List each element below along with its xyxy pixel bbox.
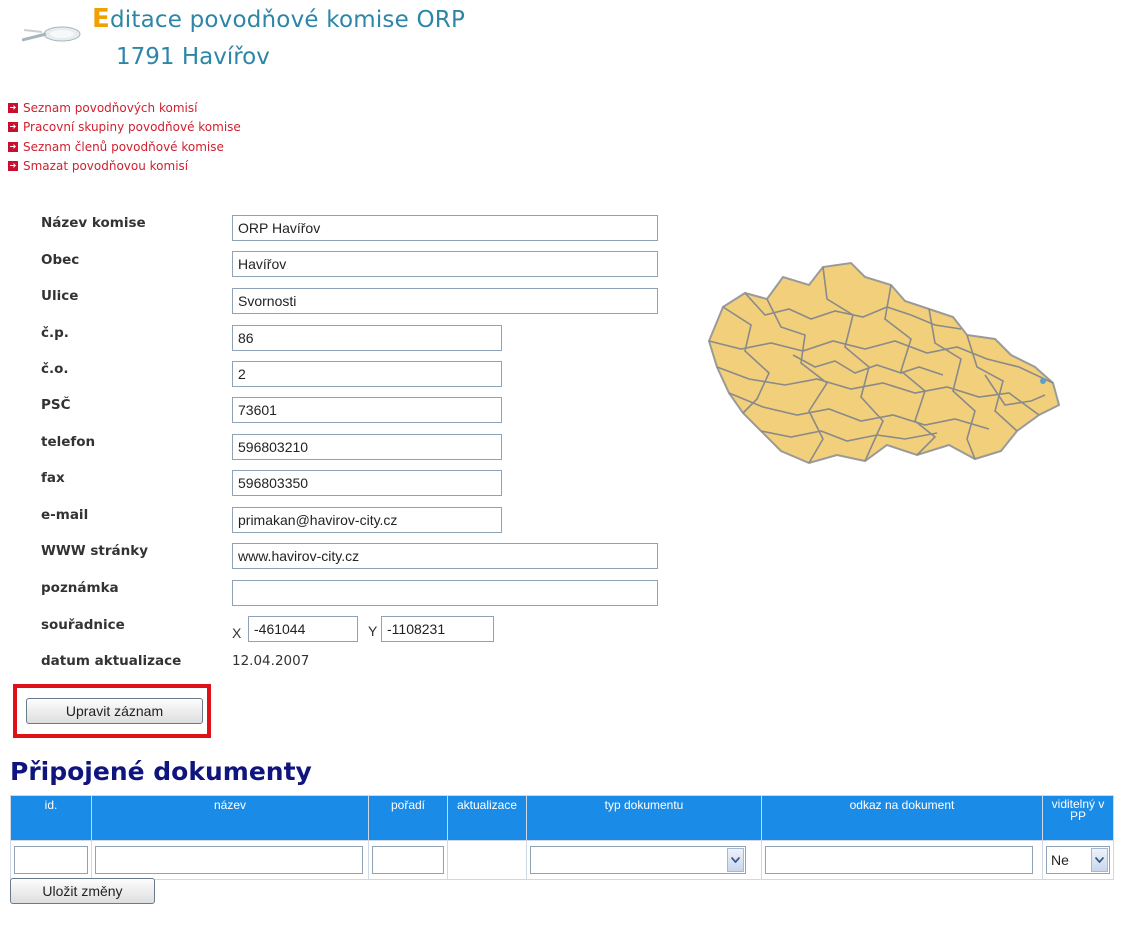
email-label: e-mail	[41, 507, 89, 523]
datum-label: datum aktualizace	[41, 653, 182, 669]
nav-link-label[interactable]: Seznam členů povodňové komise	[23, 140, 224, 154]
red-arrow-icon: ➔	[8, 122, 18, 133]
doc-odkaz-input[interactable]	[765, 846, 1033, 874]
column-header-typ-dokumentu: typ dokumentu	[526, 795, 762, 841]
ulozit-zmeny-button[interactable]: Uložit změny	[10, 878, 155, 904]
title-text: ditace povodňové komise ORP	[109, 7, 466, 33]
column-header-viditelny: viditelný v PP	[1042, 795, 1114, 841]
column-header-odkaz: odkaz na dokument	[761, 795, 1043, 841]
czech-republic-map[interactable]	[705, 255, 1063, 470]
obec-input[interactable]	[232, 251, 658, 277]
column-header-nazev: název	[91, 795, 369, 841]
nav-link-smazat-komisi[interactable]: ➔ Smazat povodňovou komisí	[8, 157, 241, 177]
upravit-zaznam-button[interactable]: Upravit záznam	[26, 698, 203, 724]
red-arrow-icon: ➔	[8, 161, 18, 172]
nav-link-seznam-komisi[interactable]: ➔ Seznam povodňových komisí	[8, 98, 241, 118]
cp-label: č.p.	[41, 325, 69, 341]
documents-table: id. název pořadí aktualizace typ dokumen…	[10, 795, 1114, 880]
www-input[interactable]	[232, 543, 658, 569]
fax-input[interactable]	[232, 470, 502, 496]
datum-value: 12.04.2007	[232, 653, 310, 669]
nav-link-pracovni-skupiny[interactable]: ➔ Pracovní skupiny povodňové komise	[8, 118, 241, 138]
email-input[interactable]	[232, 507, 502, 533]
co-label: č.o.	[41, 361, 69, 377]
magnifier-logo-icon	[22, 26, 81, 42]
doc-typ-select[interactable]	[530, 846, 746, 874]
x-coord-label: X	[232, 625, 242, 641]
havirov-location-marker	[1040, 378, 1046, 384]
y-coord-label: Y	[368, 623, 378, 639]
psc-input[interactable]	[232, 397, 502, 423]
red-arrow-icon: ➔	[8, 141, 18, 152]
chevron-down-icon[interactable]	[1091, 848, 1108, 872]
nav-links: ➔ Seznam povodňových komisí ➔ Pracovní s…	[8, 98, 241, 176]
table-row: Ne	[10, 840, 1114, 880]
cp-input[interactable]	[232, 325, 502, 351]
nav-link-label[interactable]: Smazat povodňovou komisí	[23, 159, 188, 173]
chevron-down-icon[interactable]	[727, 848, 744, 872]
doc-poradi-input[interactable]	[372, 846, 444, 874]
doc-viditelny-select[interactable]: Ne	[1046, 846, 1110, 874]
doc-id-input[interactable]	[14, 846, 88, 874]
fax-label: fax	[41, 470, 65, 486]
x-coord-input[interactable]	[248, 616, 358, 642]
nav-link-label[interactable]: Pracovní skupiny povodňové komise	[23, 120, 241, 134]
nazev-label: Název komise	[41, 215, 146, 231]
title-accent-letter: E	[92, 4, 110, 34]
column-header-poradi: pořadí	[368, 795, 448, 841]
y-coord-input[interactable]	[381, 616, 494, 642]
column-header-aktualizace: aktualizace	[447, 795, 527, 841]
page-title: Editace povodňové komise ORP	[92, 4, 465, 34]
documents-section-title: Připojené dokumenty	[10, 757, 312, 786]
telefon-input[interactable]	[232, 434, 502, 460]
co-input[interactable]	[232, 361, 502, 387]
nav-link-label[interactable]: Seznam povodňových komisí	[23, 101, 197, 115]
nav-link-seznam-clenu[interactable]: ➔ Seznam členů povodňové komise	[8, 137, 241, 157]
page-subtitle: 1791 Havířov	[116, 44, 270, 70]
red-arrow-icon: ➔	[8, 102, 18, 113]
ulice-label: Ulice	[41, 288, 79, 304]
doc-viditelny-selected: Ne	[1051, 852, 1069, 868]
table-header-row: id. název pořadí aktualizace typ dokumen…	[10, 795, 1114, 841]
column-header-id: id.	[10, 795, 92, 841]
psc-label: PSČ	[41, 397, 71, 413]
poznamka-label: poznámka	[41, 580, 119, 596]
doc-aktualizace-cell	[447, 840, 527, 880]
ulice-input[interactable]	[232, 288, 658, 314]
poznamka-input[interactable]	[232, 580, 658, 606]
souradnice-label: souřadnice	[41, 617, 125, 633]
telefon-label: telefon	[41, 434, 96, 450]
doc-nazev-input[interactable]	[95, 846, 363, 874]
obec-label: Obec	[41, 252, 80, 268]
nazev-input[interactable]	[232, 215, 658, 241]
www-label: WWW stránky	[41, 543, 149, 559]
